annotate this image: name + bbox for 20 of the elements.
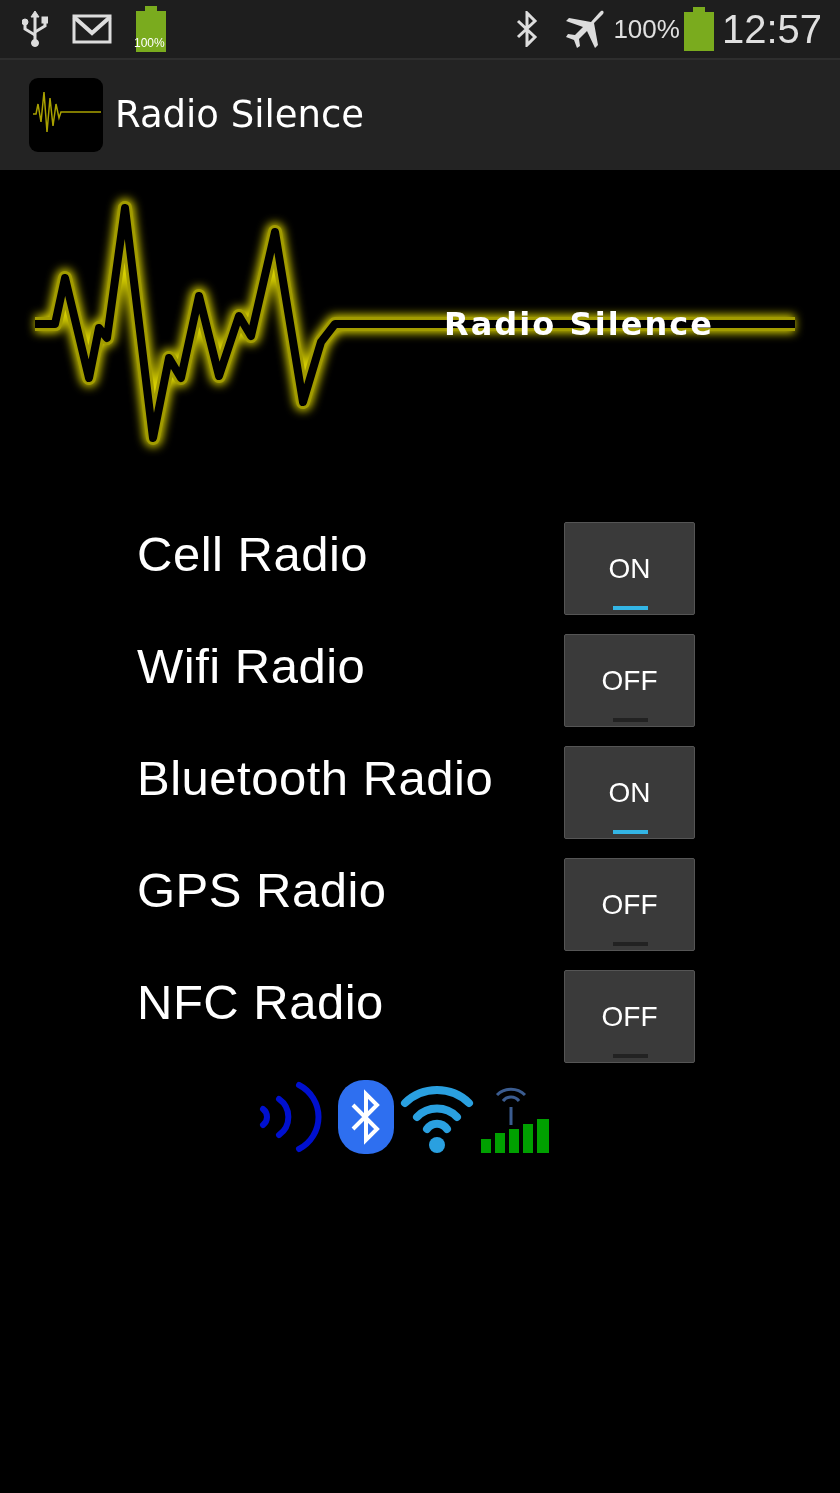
radio-label: Wifi Radio: [137, 638, 367, 691]
banner-title: Radio Silence: [444, 305, 712, 343]
app-title: Radio Silence: [115, 92, 365, 139]
battery-icon: [683, 7, 714, 51]
app-icon: [29, 78, 103, 152]
toggle-button[interactable]: ON: [564, 522, 695, 615]
usb-icon: [22, 11, 48, 47]
toggle-button[interactable]: ON: [564, 746, 695, 839]
radio-label: Cell Radio: [137, 526, 370, 579]
toggle-button[interactable]: OFF: [564, 858, 695, 951]
mail-icon: [72, 14, 112, 44]
bluetooth-icon: [515, 11, 540, 47]
battery-percent: 100%: [613, 12, 680, 46]
clock: 12:57: [721, 6, 822, 53]
toggle-button[interactable]: OFF: [564, 634, 695, 727]
radio-label: NFC Radio: [137, 974, 385, 1027]
radio-label: GPS Radio: [137, 862, 388, 915]
airplane-icon: [563, 9, 606, 49]
toggle-button[interactable]: OFF: [564, 970, 695, 1063]
radio-label: Bluetooth Radio: [137, 750, 495, 803]
